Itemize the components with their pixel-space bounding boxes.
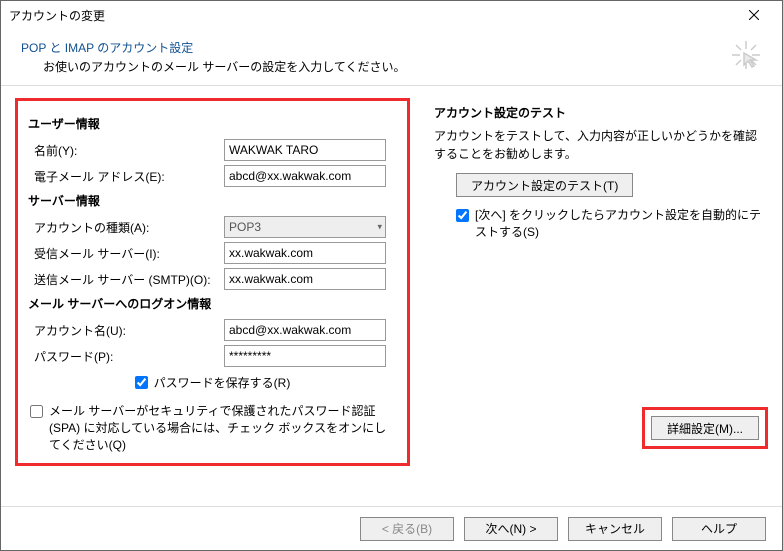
close-button[interactable] bbox=[734, 1, 774, 29]
incoming-server-input[interactable] bbox=[224, 242, 386, 264]
label-account-name: アカウント名(U): bbox=[28, 322, 224, 339]
header: POP と IMAP のアカウント設定 お使いのアカウントのメール サーバーの設… bbox=[1, 29, 782, 81]
section-user-info: ユーザー情報 bbox=[28, 115, 397, 132]
save-password-checkbox[interactable] bbox=[135, 376, 148, 389]
label-name: 名前(Y): bbox=[28, 142, 224, 159]
section-server-info: サーバー情報 bbox=[28, 192, 397, 209]
label-account-type: アカウントの種類(A): bbox=[28, 219, 224, 236]
advanced-button-highlight: 詳細設定(M)... bbox=[642, 407, 768, 449]
account-type-select: ▾ bbox=[224, 216, 386, 238]
header-subtitle: お使いのアカウントのメール サーバーの設定を入力してください。 bbox=[43, 58, 730, 75]
window-title: アカウントの変更 bbox=[9, 7, 734, 24]
outgoing-server-input[interactable] bbox=[224, 268, 386, 290]
test-settings-button[interactable]: アカウント設定のテスト(T) bbox=[456, 173, 633, 197]
save-password-label: パスワードを保存する(R) bbox=[154, 374, 291, 391]
account-name-input[interactable] bbox=[224, 319, 386, 341]
cancel-button[interactable]: キャンセル bbox=[568, 517, 662, 541]
left-panel: ユーザー情報 名前(Y): 電子メール アドレス(E): サーバー情報 アカウン… bbox=[15, 98, 410, 466]
test-description: アカウントをテストして、入力内容が正しいかどうかを確認することをお勧めします。 bbox=[434, 127, 768, 163]
label-password: パスワード(P): bbox=[28, 348, 224, 365]
label-incoming: 受信メール サーバー(I): bbox=[28, 245, 224, 262]
name-input[interactable] bbox=[224, 139, 386, 161]
auto-test-label: [次へ] をクリックしたらアカウント設定を自動的にテストする(S) bbox=[475, 207, 768, 241]
dialog-window: アカウントの変更 POP と IMAP のアカウント設定 お使いのアカウントのメ… bbox=[0, 0, 783, 551]
spa-checkbox[interactable] bbox=[30, 405, 43, 418]
email-input[interactable] bbox=[224, 165, 386, 187]
password-input[interactable] bbox=[224, 345, 386, 367]
auto-test-checkbox[interactable] bbox=[456, 209, 469, 222]
cursor-icon bbox=[730, 39, 762, 71]
label-outgoing: 送信メール サーバー (SMTP)(O): bbox=[28, 271, 224, 288]
test-section-head: アカウント設定のテスト bbox=[434, 104, 768, 121]
label-email: 電子メール アドレス(E): bbox=[28, 168, 224, 185]
title-bar: アカウントの変更 bbox=[1, 1, 782, 29]
section-logon-info: メール サーバーへのログオン情報 bbox=[28, 295, 397, 312]
spa-label: メール サーバーがセキュリティで保護されたパスワード認証 (SPA) に対応して… bbox=[49, 403, 397, 453]
account-type-value bbox=[224, 216, 386, 238]
next-button[interactable]: 次へ(N) > bbox=[464, 517, 558, 541]
footer: < 戻る(B) 次へ(N) > キャンセル ヘルプ bbox=[1, 506, 782, 550]
close-icon bbox=[749, 7, 759, 23]
back-button: < 戻る(B) bbox=[360, 517, 454, 541]
help-button[interactable]: ヘルプ bbox=[672, 517, 766, 541]
header-title: POP と IMAP のアカウント設定 bbox=[21, 39, 730, 56]
advanced-settings-button[interactable]: 詳細設定(M)... bbox=[651, 416, 759, 440]
